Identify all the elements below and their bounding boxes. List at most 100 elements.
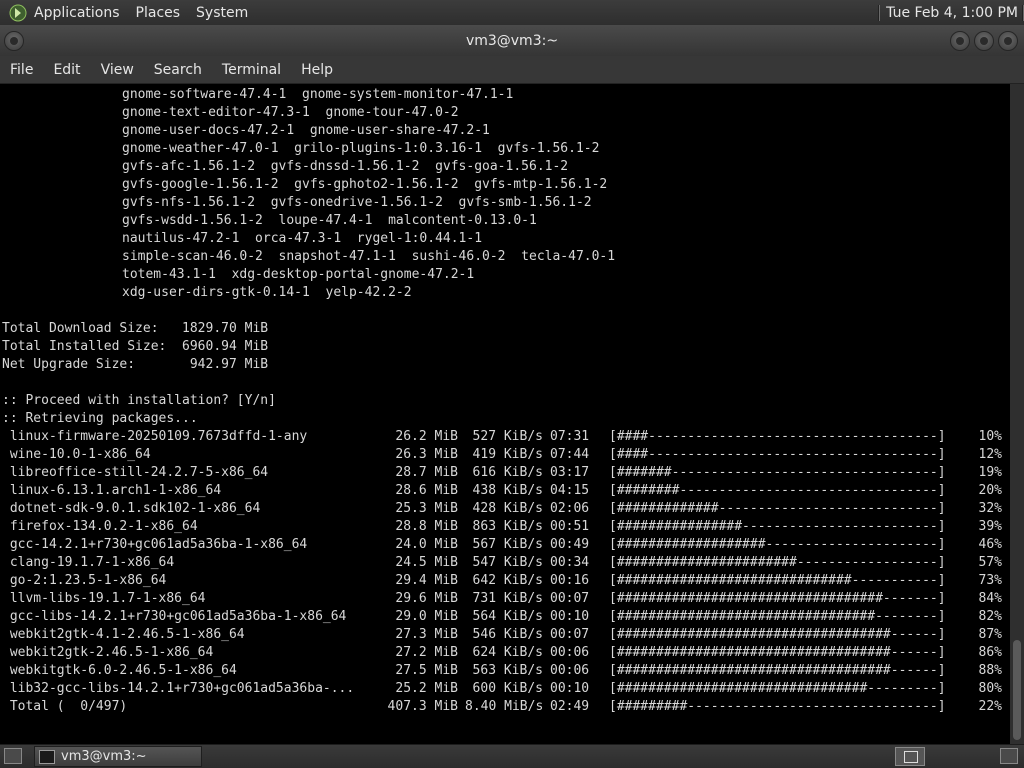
download-eta: 03:17 xyxy=(550,465,590,480)
download-speed: 428 KiB/s xyxy=(472,501,543,516)
taskbar-window-label: vm3@vm3:~ xyxy=(61,749,147,764)
download-row: llvm-libs-19.1.7-1-x86_64 29.6 MiB 731 KiB… xyxy=(0,590,1010,608)
download-name: Total ( 0/497) xyxy=(2,699,128,714)
download-name: wine-10.0-1-x86_64 xyxy=(2,447,151,462)
download-percent: 19% xyxy=(978,465,1002,480)
download-name: libreoffice-still-24.2.7-5-x86_64 xyxy=(2,465,269,480)
download-percent: 87% xyxy=(978,627,1002,642)
download-eta: 00:51 xyxy=(550,519,590,534)
download-speed: 863 KiB/s xyxy=(472,519,543,534)
terminal-output[interactable]: gnome-software-47.4-1 gnome-system-monit… xyxy=(0,84,1010,744)
download-progress-bar: [##############################---------… xyxy=(609,573,946,588)
download-row: webkit2gtk-2.46.5-1-x86_64 27.2 MiB 624 Ki… xyxy=(0,644,1010,662)
package-line: gvfs-nfs-1.56.1-2 gvfs-onedrive-1.56.1-2… xyxy=(122,195,592,210)
download-percent: 39% xyxy=(978,519,1002,534)
download-eta: 00:10 xyxy=(550,609,590,624)
download-percent: 46% xyxy=(978,537,1002,552)
download-row: webkit2gtk-4.1-2.46.5-1-x86_64 27.3 MiB 54… xyxy=(0,626,1010,644)
download-speed: 731 KiB/s xyxy=(472,591,543,606)
download-speed: 600 KiB/s xyxy=(472,681,543,696)
menu-terminal[interactable]: Terminal xyxy=(212,62,291,78)
workspace-switcher[interactable] xyxy=(895,747,925,766)
download-row: libreoffice-still-24.2.7-5-x86_64 28.7 Mi… xyxy=(0,464,1010,482)
download-percent: 20% xyxy=(978,483,1002,498)
download-progress-bar: [#################################------… xyxy=(609,609,946,624)
download-size-line: Total Download Size: 1829.70 MiB xyxy=(2,321,269,336)
download-size: 27.3 MiB xyxy=(395,627,458,642)
package-line: xdg-user-dirs-gtk-0.14-1 yelp-42.2-2 xyxy=(122,285,412,300)
download-speed: 624 KiB/s xyxy=(472,645,543,660)
download-size: 28.6 MiB xyxy=(395,483,458,498)
applications-menu[interactable]: Applications xyxy=(34,5,120,21)
download-name: gcc-14.2.1+r730+gc061ad5a36ba-1-x86_64 xyxy=(2,537,308,552)
download-speed: 564 KiB/s xyxy=(472,609,543,624)
download-progress-bar: [###################--------------------… xyxy=(609,537,946,552)
close-button[interactable] xyxy=(998,31,1018,51)
menu-view[interactable]: View xyxy=(91,62,144,78)
download-row: gcc-14.2.1+r730+gc061ad5a36ba-1-x86_64 24… xyxy=(0,536,1010,554)
menu-file[interactable]: File xyxy=(0,62,43,78)
menu-edit[interactable]: Edit xyxy=(43,62,90,78)
download-eta: 00:34 xyxy=(550,555,590,570)
download-size: 26.3 MiB xyxy=(395,447,458,462)
download-progress-bar: [########-------------------------------… xyxy=(609,483,946,498)
download-progress-bar: [####-----------------------------------… xyxy=(609,447,946,462)
download-eta: 07:31 xyxy=(550,429,590,444)
download-percent: 88% xyxy=(978,663,1002,678)
upgrade-size-line: Net Upgrade Size: 942.97 MiB xyxy=(2,357,269,372)
distro-logo-icon[interactable] xyxy=(8,3,28,23)
package-line: gvfs-wsdd-1.56.1-2 loupe-47.4-1 malconte… xyxy=(122,213,537,228)
download-percent: 57% xyxy=(978,555,1002,570)
menu-search[interactable]: Search xyxy=(144,62,212,78)
download-size: 29.6 MiB xyxy=(395,591,458,606)
download-speed: 419 KiB/s xyxy=(472,447,543,462)
download-speed: 527 KiB/s xyxy=(472,429,543,444)
installed-size-line: Total Installed Size: 6960.94 MiB xyxy=(2,339,269,354)
maximize-button[interactable] xyxy=(974,31,994,51)
package-line: nautilus-47.2-1 orca-47.3-1 rygel-1:0.44… xyxy=(122,231,483,246)
download-row: firefox-134.0.2-1-x86_64 28.8 MiB 863 KiB/… xyxy=(0,518,1010,536)
download-eta: 04:15 xyxy=(550,483,590,498)
download-name: lib32-gcc-libs-14.2.1+r730+gc061ad5a36ba… xyxy=(2,681,355,696)
download-eta: 00:16 xyxy=(550,573,590,588)
window-title-bar[interactable]: vm3@vm3:~ xyxy=(0,25,1024,56)
download-row: dotnet-sdk-9.0.1.sdk102-1-x86_64 25.3 MiB… xyxy=(0,500,1010,518)
download-row: clang-19.1.7-1-x86_64 24.5 MiB 547 KiB/s 00… xyxy=(0,554,1010,572)
window-menu-button[interactable] xyxy=(4,31,24,51)
download-eta: 07:44 xyxy=(550,447,590,462)
download-eta: 00:07 xyxy=(550,591,590,606)
system-menu[interactable]: System xyxy=(196,5,248,21)
minimize-button[interactable] xyxy=(950,31,970,51)
download-percent: 82% xyxy=(978,609,1002,624)
download-percent: 80% xyxy=(978,681,1002,696)
terminal-icon xyxy=(39,749,55,764)
places-menu[interactable]: Places xyxy=(136,5,181,21)
package-line: simple-scan-46.0-2 snapshot-47.1-1 sushi… xyxy=(122,249,616,264)
download-progress-bar: [#############--------------------------… xyxy=(609,501,946,516)
clock[interactable]: Tue Feb 4, 1:00 PM xyxy=(886,5,1018,21)
download-size: 24.5 MiB xyxy=(395,555,458,570)
trash-icon[interactable] xyxy=(1000,748,1018,764)
download-percent: 10% xyxy=(978,429,1002,444)
download-row: linux-6.13.1.arch1-1-x86_64 28.6 MiB 438 K… xyxy=(0,482,1010,500)
download-size: 24.0 MiB xyxy=(395,537,458,552)
show-desktop-icon[interactable] xyxy=(4,748,22,764)
download-speed: 567 KiB/s xyxy=(472,537,543,552)
download-name: webkitgtk-6.0-2.46.5-1-x86_64 xyxy=(2,663,237,678)
download-size: 28.7 MiB xyxy=(395,465,458,480)
bottom-panel: vm3@vm3:~ xyxy=(0,744,1024,768)
download-eta: 00:06 xyxy=(550,645,590,660)
scroll-thumb[interactable] xyxy=(1013,640,1021,740)
download-progress-bar: [####-----------------------------------… xyxy=(609,429,946,444)
download-progress-bar: [#######################----------------… xyxy=(609,555,946,570)
download-percent: 22% xyxy=(978,699,1002,714)
download-eta: 02:06 xyxy=(550,501,590,516)
terminal-scrollbar[interactable] xyxy=(1010,84,1024,744)
download-name: linux-firmware-20250109.7673dffd-1-any xyxy=(2,429,308,444)
taskbar-window-button[interactable]: vm3@vm3:~ xyxy=(34,746,202,767)
download-speed: 438 KiB/s xyxy=(472,483,543,498)
package-line: gnome-text-editor-47.3-1 gnome-tour-47.0… xyxy=(122,105,459,120)
menu-help[interactable]: Help xyxy=(291,62,343,78)
download-name: llvm-libs-19.1.7-1-x86_64 xyxy=(2,591,206,606)
download-eta: 00:10 xyxy=(550,681,590,696)
